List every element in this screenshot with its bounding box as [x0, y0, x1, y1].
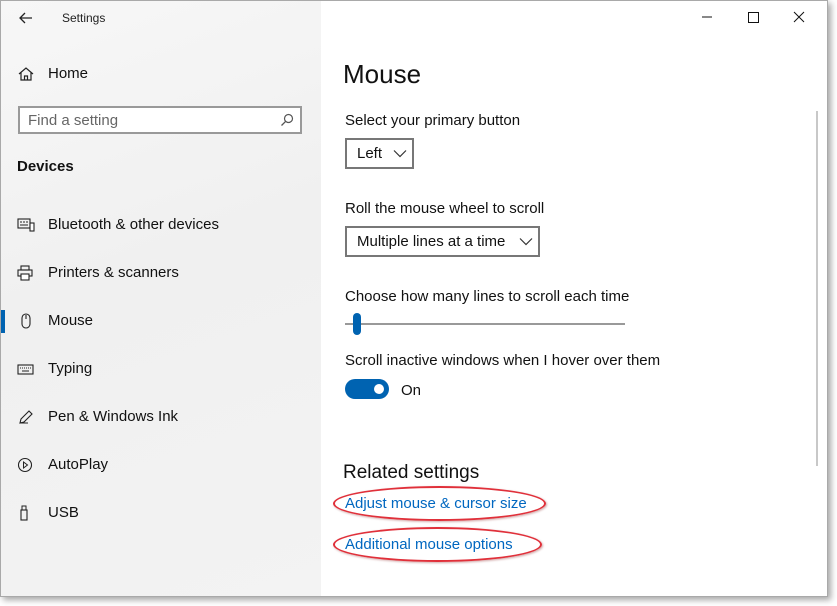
- primary-button-label: Select your primary button: [345, 112, 521, 129]
- selected-indicator: [1, 310, 5, 333]
- toggle-state-label: On: [401, 382, 422, 399]
- search-icon[interactable]: [280, 113, 294, 127]
- usb-icon: [20, 505, 28, 521]
- sidebar-item-printers[interactable]: Printers & scanners: [1, 253, 321, 293]
- lines-to-scroll-label: Choose how many lines to scroll each tim…: [345, 288, 630, 305]
- sidebar-item-label: Mouse: [48, 312, 94, 329]
- sidebar-item-label: Pen & Windows Ink: [48, 408, 179, 425]
- sidebar-item-mouse[interactable]: Mouse: [1, 301, 321, 341]
- inactive-scroll-label: Scroll inactive windows when I hover ove…: [345, 352, 661, 369]
- pen-icon: [19, 410, 33, 424]
- lines-slider-track[interactable]: [345, 323, 625, 325]
- dropdown-value: Left: [357, 145, 383, 162]
- autoplay-icon: [17, 457, 33, 473]
- back-arrow-icon: [19, 12, 32, 24]
- close-icon: [793, 11, 805, 23]
- scroll-wheel-dropdown[interactable]: Multiple lines at a time: [345, 226, 540, 257]
- mouse-icon: [21, 313, 31, 329]
- lines-slider-thumb[interactable]: [353, 313, 362, 335]
- primary-button-dropdown[interactable]: Left: [345, 138, 414, 169]
- inactive-scroll-toggle[interactable]: [345, 379, 389, 399]
- printer-icon: [17, 265, 33, 281]
- scroll-wheel-label: Roll the mouse wheel to scroll: [345, 200, 545, 217]
- additional-mouse-options-link[interactable]: Additional mouse options: [345, 536, 513, 553]
- sidebar-item-label: Bluetooth & other devices: [48, 216, 219, 233]
- sidebar-item-home[interactable]: Home: [1, 54, 321, 94]
- scrollbar[interactable]: [816, 111, 818, 466]
- maximize-button[interactable]: [730, 5, 776, 29]
- sidebar: Settings Home Devices Bluetooth & other …: [1, 1, 321, 596]
- search-input[interactable]: [28, 111, 268, 129]
- sidebar-item-pen[interactable]: Pen & Windows Ink: [1, 397, 321, 437]
- minimize-button[interactable]: [684, 5, 730, 29]
- section-heading: Devices: [17, 158, 74, 175]
- toggle-knob: [374, 384, 384, 394]
- close-button[interactable]: [776, 5, 822, 29]
- sidebar-item-label: Typing: [48, 360, 93, 377]
- settings-window: Settings Home Devices Bluetooth & other …: [0, 0, 828, 597]
- keyboard-icon: [17, 364, 34, 375]
- chevron-down-icon: [519, 238, 533, 246]
- bluetooth-devices-icon: [17, 218, 35, 232]
- sidebar-item-typing[interactable]: Typing: [1, 349, 321, 389]
- sidebar-item-label: Home: [48, 65, 89, 82]
- sidebar-item-bluetooth[interactable]: Bluetooth & other devices: [1, 205, 321, 245]
- page-title: Mouse: [343, 59, 422, 89]
- app-title: Settings: [62, 11, 106, 25]
- sidebar-item-label: AutoPlay: [48, 456, 109, 473]
- minimize-icon: [702, 16, 712, 18]
- search-box[interactable]: [18, 106, 302, 134]
- adjust-mouse-cursor-size-link[interactable]: Adjust mouse & cursor size: [345, 495, 527, 512]
- back-button[interactable]: [15, 7, 37, 29]
- dropdown-value: Multiple lines at a time: [357, 233, 506, 250]
- related-settings-heading: Related settings: [343, 462, 480, 483]
- sidebar-item-usb[interactable]: USB: [1, 493, 321, 533]
- main-content: Mouse Select your primary button Left Ro…: [321, 1, 827, 596]
- sidebar-item-autoplay[interactable]: AutoPlay: [1, 445, 321, 485]
- chevron-down-icon: [393, 150, 407, 158]
- sidebar-item-label: USB: [48, 504, 79, 521]
- sidebar-item-label: Printers & scanners: [48, 264, 179, 281]
- maximize-icon: [748, 12, 759, 23]
- home-icon: [18, 67, 34, 81]
